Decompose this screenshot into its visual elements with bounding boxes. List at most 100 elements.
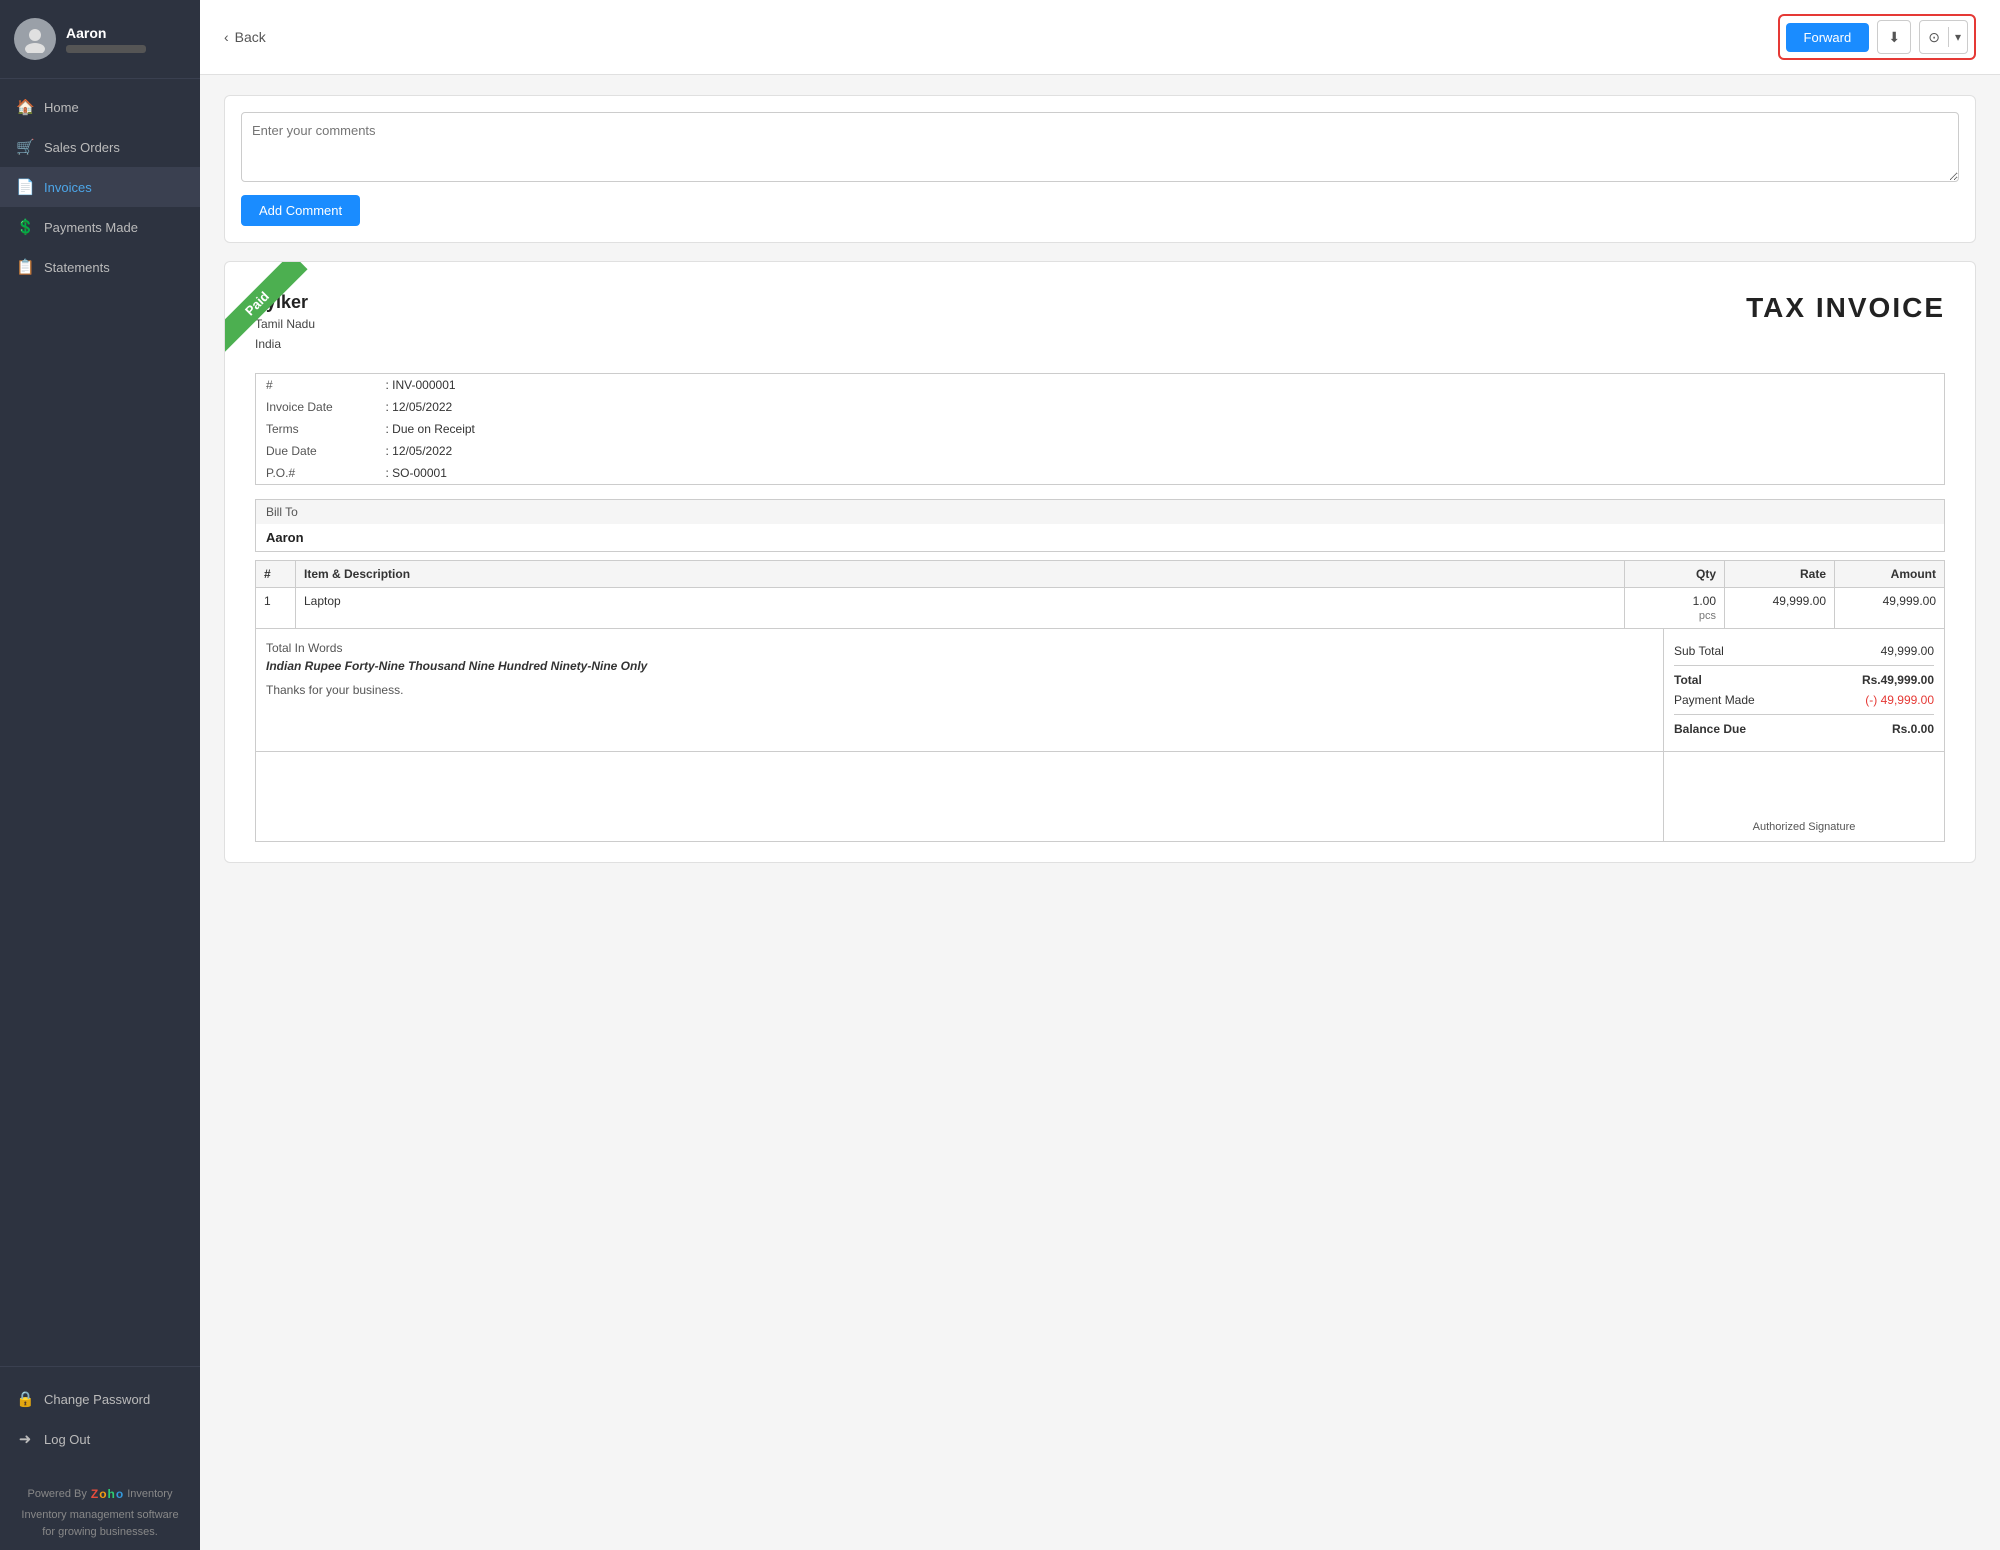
sidebar-item-invoices-label: Invoices xyxy=(44,180,92,195)
add-comment-button[interactable]: Add Comment xyxy=(241,195,360,226)
item-qty: 1.00pcs xyxy=(1625,588,1725,629)
invoice-container: Paid Zylker Tamil Nadu India TAX INVOICE… xyxy=(224,261,1976,863)
payment-made-row: Payment Made (-) 49,999.00 xyxy=(1674,690,1934,710)
zoho-logo: Zoho xyxy=(91,1485,123,1503)
signature-section: Authorized Signature xyxy=(255,752,1945,842)
sidebar-bottom: 🔒 Change Password ➜ Log Out xyxy=(0,1366,200,1471)
sidebar-item-payments-made-label: Payments Made xyxy=(44,220,138,235)
invoices-icon: 📄 xyxy=(16,178,34,196)
total-row: Total Rs.49,999.00 xyxy=(1674,670,1934,690)
due-date-value: : 12/05/2022 xyxy=(376,440,1697,462)
signature-left xyxy=(256,752,1664,841)
logout-icon: ➜ xyxy=(16,1430,34,1448)
sidebar-item-log-out-label: Log Out xyxy=(44,1432,90,1447)
po-value: : SO-00001 xyxy=(376,462,1697,485)
detail-row-po: P.O.# : SO-00001 xyxy=(256,462,1945,485)
authorized-signature: Authorized Signature xyxy=(1664,752,1944,841)
bill-to-name: Aaron xyxy=(255,524,1945,552)
username: Aaron xyxy=(66,25,146,41)
dropdown-icon: ▾ xyxy=(1949,30,1967,44)
total-in-words-label: Total In Words xyxy=(266,641,1653,655)
balance-due-row: Balance Due Rs.0.00 xyxy=(1674,719,1934,739)
number-label: # xyxy=(256,374,376,397)
sidebar-nav: 🏠 Home 🛒 Sales Orders 📄 Invoices 💲 Payme… xyxy=(0,79,200,1366)
col-header-rate: Rate xyxy=(1725,561,1835,588)
topbar: ‹ Back Forward ⬇ ⊙ ▾ xyxy=(200,0,2000,75)
subtotal-value: 49,999.00 xyxy=(1881,644,1934,658)
home-icon: 🏠 xyxy=(16,98,34,116)
number-value: : INV-000001 xyxy=(376,374,1697,397)
company-name: Zylker xyxy=(255,292,315,313)
sidebar: Aaron 🏠 Home 🛒 Sales Orders 📄 Invoices 💲… xyxy=(0,0,200,1550)
comment-section: Add Comment xyxy=(224,95,1976,243)
sidebar-footer: Powered By Zoho Inventory Inventory mana… xyxy=(0,1471,200,1550)
invoice-header: Zylker Tamil Nadu India TAX INVOICE xyxy=(255,292,1945,353)
back-chevron-icon: ‹ xyxy=(224,29,229,45)
items-table-body: 1 Laptop 1.00pcs 49,999.00 49,999.00 xyxy=(256,588,1945,629)
total-value: Rs.49,999.00 xyxy=(1862,673,1934,687)
powered-by: Powered By Zoho Inventory xyxy=(14,1485,186,1503)
detail-row-invoice-date: Invoice Date : 12/05/2022 xyxy=(256,396,1945,418)
sidebar-item-sales-orders[interactable]: 🛒 Sales Orders xyxy=(0,127,200,167)
company-state: Tamil Nadu xyxy=(255,315,315,333)
total-in-words-value: Indian Rupee Forty-Nine Thousand Nine Hu… xyxy=(266,659,1653,673)
sidebar-item-payments-made[interactable]: 💲 Payments Made xyxy=(0,207,200,247)
payment-made-label: Payment Made xyxy=(1674,693,1755,707)
footer-right: Sub Total 49,999.00 Total Rs.49,999.00 P… xyxy=(1664,629,1944,751)
sidebar-item-change-password[interactable]: 🔒 Change Password xyxy=(0,1379,200,1419)
balance-due-label: Balance Due xyxy=(1674,722,1746,736)
items-table-header: # Item & Description Qty Rate Amount xyxy=(256,561,1945,588)
back-label: Back xyxy=(235,29,266,45)
terms-value: : Due on Receipt xyxy=(376,418,1697,440)
lock-icon: 🔒 xyxy=(16,1390,34,1408)
po-label: P.O.# xyxy=(256,462,376,485)
item-num: 1 xyxy=(256,588,296,629)
comment-input[interactable] xyxy=(241,112,1959,182)
invoice-body: Zylker Tamil Nadu India TAX INVOICE # : … xyxy=(225,262,1975,862)
download-icon: ⬇ xyxy=(1888,29,1900,46)
invoice-details-table: # : INV-000001 Invoice Date : 12/05/2022… xyxy=(255,373,1945,485)
item-name: Laptop xyxy=(296,588,1625,629)
sales-orders-icon: 🛒 xyxy=(16,138,34,156)
sidebar-item-statements-label: Statements xyxy=(44,260,110,275)
statements-icon: 📋 xyxy=(16,258,34,276)
totals-divider xyxy=(1674,665,1934,666)
sidebar-item-home[interactable]: 🏠 Home xyxy=(0,87,200,127)
back-button[interactable]: ‹ Back xyxy=(224,29,266,45)
item-qty-unit: pcs xyxy=(1699,610,1716,622)
detail-row-terms: Terms : Due on Receipt xyxy=(256,418,1945,440)
forward-button[interactable]: Forward xyxy=(1786,23,1870,52)
download-button[interactable]: ⬇ xyxy=(1877,20,1911,54)
sidebar-item-log-out[interactable]: ➜ Log Out xyxy=(0,1419,200,1459)
bill-to-label: Bill To xyxy=(255,499,1945,524)
items-table: # Item & Description Qty Rate Amount 1 L… xyxy=(255,560,1945,629)
sidebar-item-home-label: Home xyxy=(44,100,79,115)
subtotal-label: Sub Total xyxy=(1674,644,1724,658)
invoice-date-value: : 12/05/2022 xyxy=(376,396,1697,418)
footer-tagline: Inventory management softwarefor growing… xyxy=(14,1507,186,1540)
more-icon: ⊙ xyxy=(1920,29,1948,46)
invoice-title: TAX INVOICE xyxy=(1746,292,1945,324)
company-country: India xyxy=(255,335,315,353)
sidebar-item-statements[interactable]: 📋 Statements xyxy=(0,247,200,287)
more-options-button[interactable]: ⊙ ▾ xyxy=(1919,20,1968,54)
item-rate: 49,999.00 xyxy=(1725,588,1835,629)
sidebar-item-change-password-label: Change Password xyxy=(44,1392,150,1407)
bill-to-section: Bill To Aaron xyxy=(255,499,1945,552)
payment-made-value: (-) 49,999.00 xyxy=(1865,693,1934,707)
sidebar-item-invoices[interactable]: 📄 Invoices xyxy=(0,167,200,207)
item-amount: 49,999.00 xyxy=(1835,588,1945,629)
balance-due-value: Rs.0.00 xyxy=(1892,722,1934,736)
topbar-actions: Forward ⬇ ⊙ ▾ xyxy=(1778,14,1976,60)
user-profile: Aaron xyxy=(0,0,200,79)
col-header-num: # xyxy=(256,561,296,588)
footer-left: Total In Words Indian Rupee Forty-Nine T… xyxy=(256,629,1664,751)
thanks-message: Thanks for your business. xyxy=(266,683,1653,697)
company-info: Zylker Tamil Nadu India xyxy=(255,292,315,353)
terms-label: Terms xyxy=(256,418,376,440)
totals-divider-2 xyxy=(1674,714,1934,715)
col-header-amount: Amount xyxy=(1835,561,1945,588)
invoice-footer: Total In Words Indian Rupee Forty-Nine T… xyxy=(255,629,1945,752)
detail-row-due-date: Due Date : 12/05/2022 xyxy=(256,440,1945,462)
table-row: 1 Laptop 1.00pcs 49,999.00 49,999.00 xyxy=(256,588,1945,629)
